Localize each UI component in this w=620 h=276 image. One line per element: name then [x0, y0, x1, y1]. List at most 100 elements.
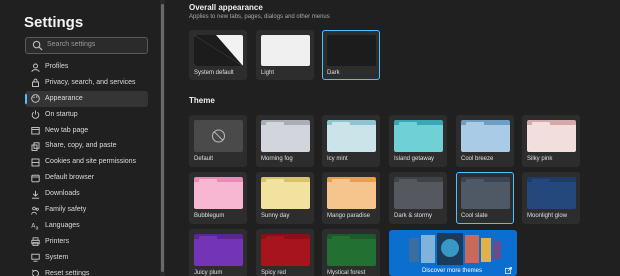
overall-appearance-subtext: Applies to new tabs, pages, dialogs and … — [189, 14, 330, 20]
theme-option-label: Dark & stormy — [394, 213, 433, 219]
sidebar-item-label: Languages — [45, 221, 80, 229]
theme-heading: Theme — [189, 96, 215, 105]
theme-option-label: Default — [194, 156, 214, 162]
sidebar-item-label: Privacy, search, and services — [45, 78, 136, 86]
theme-option-moonlight-glow[interactable]: Moonlight glow — [522, 172, 580, 224]
theme-option-sunny-day[interactable]: Sunny day — [256, 172, 314, 224]
sidebar-item-label: Profiles — [45, 63, 69, 70]
theme-option-juicy-plum[interactable]: Juicy plum — [189, 229, 247, 276]
theme-preview — [327, 120, 376, 152]
search-icon — [32, 40, 43, 51]
theme-option-dark-stormy[interactable]: Dark & stormy — [389, 172, 447, 224]
theme-option-mango-paradise[interactable]: Mango paradise — [322, 172, 380, 224]
appearance-option-system-default[interactable]: System default — [189, 30, 247, 80]
theme-option-label: Icy mint — [327, 156, 348, 162]
share-icon — [31, 142, 40, 151]
theme-option-label: Sunny day — [261, 213, 290, 219]
theme-preview — [461, 120, 510, 152]
theme-option-label: Spicy red — [261, 270, 287, 276]
sidebar-item-family-safety[interactable]: Family safety — [25, 202, 148, 218]
sidebar-item-new-tab-page[interactable]: New tab page — [25, 123, 148, 139]
sidebar-item-languages[interactable]: Aa Languages — [25, 218, 148, 234]
theme-option-cool-breeze[interactable]: Cool breeze — [456, 115, 514, 167]
theme-option-label: Mystical forest — [327, 270, 366, 276]
theme-option-label: Bubblegum — [194, 213, 225, 219]
sidebar-item-system[interactable]: System — [25, 250, 148, 266]
settings-sidebar: Settings Search settings Profiles Privacy… — [0, 0, 165, 276]
sidebar-item-label: On startup — [45, 110, 78, 118]
lock-icon — [32, 79, 39, 88]
reset-icon — [31, 269, 39, 276]
dark-preview — [327, 35, 376, 66]
theme-preview — [194, 234, 243, 266]
sidebar-item-label: Cookies and site permissions — [45, 158, 137, 166]
sidebar-item-on-startup[interactable]: On startup — [25, 107, 148, 123]
theme-preview — [394, 120, 443, 152]
theme-option-cool-slate[interactable]: Cool slate — [456, 172, 514, 224]
sidebar-item-label: New tab page — [45, 126, 89, 134]
printer-icon — [31, 237, 40, 247]
profile-icon — [31, 63, 40, 72]
sidebar-item-label: Reset settings — [45, 269, 90, 276]
theme-option-default[interactable]: Default — [189, 115, 247, 167]
no-theme-icon — [212, 129, 225, 143]
theme-option-label: Morning fog — [261, 156, 293, 162]
system-icon — [31, 253, 40, 262]
family-icon — [31, 206, 39, 215]
theme-option-spicy-red[interactable]: Spicy red — [256, 229, 314, 276]
appearance-option-label: Dark — [327, 70, 340, 76]
sidebar-title: Settings — [24, 14, 84, 31]
sidebar-item-downloads[interactable]: Downloads — [25, 186, 148, 202]
sidebar-item-appearance[interactable]: Appearance — [25, 90, 148, 107]
sidebar-item-share-copy-and-paste[interactable]: Share, copy, and paste — [25, 138, 148, 154]
theme-preview — [394, 177, 443, 209]
theme-preview — [461, 177, 510, 209]
theme-option-label: Juicy plum — [194, 270, 223, 276]
appearance-option-label: Light — [261, 70, 275, 76]
download-icon — [32, 190, 39, 199]
browser-icon — [31, 174, 40, 182]
sidebar-item-printers[interactable]: Printers — [25, 234, 148, 250]
theme-option-label: Cool breeze — [461, 156, 494, 162]
sidebar-item-label: Downloads — [45, 190, 80, 198]
sidebar-item-default-browser[interactable]: Default browser — [25, 170, 148, 186]
sidebar-nav: Profiles Privacy, search, and services App… — [25, 59, 148, 276]
search-placeholder: Search settings — [47, 41, 96, 48]
theme-preview — [527, 177, 576, 209]
theme-option-label: Moonlight glow — [527, 213, 568, 219]
palette-icon — [31, 94, 40, 104]
theme-preview — [194, 177, 243, 209]
overall-appearance-heading: Overall appearance — [189, 3, 263, 12]
cookies-icon — [31, 158, 40, 167]
theme-preview — [327, 234, 376, 266]
sidebar-item-reset-settings[interactable]: Reset settings — [25, 266, 148, 276]
sidebar-item-profiles[interactable]: Profiles — [25, 59, 148, 75]
discover-more-themes-card[interactable]: Discover more themes — [389, 230, 517, 276]
power-icon — [31, 110, 40, 119]
theme-option-mystical-forest[interactable]: Mystical forest — [322, 229, 380, 276]
system-default-preview — [194, 35, 243, 66]
sidebar-item-privacy-search-and-services[interactable]: Privacy, search, and services — [25, 75, 148, 91]
theme-preview — [261, 234, 310, 266]
external-link-icon — [505, 267, 512, 274]
sidebar-item-label: Appearance — [45, 94, 83, 102]
appearance-panel: Overall appearance Applies to new tabs, … — [165, 0, 620, 276]
new-tab-icon — [31, 127, 40, 135]
appearance-option-dark[interactable]: Dark — [322, 30, 380, 80]
theme-option-silky-pink[interactable]: Silky pink — [522, 115, 580, 167]
appearance-option-light[interactable]: Light — [256, 30, 314, 80]
theme-option-label: Mango paradise — [327, 213, 371, 219]
theme-option-bubblegum[interactable]: Bubblegum — [189, 172, 247, 224]
sidebar-item-cookies-and-site-permissions[interactable]: Cookies and site permissions — [25, 154, 148, 170]
theme-option-icy-mint[interactable]: Icy mint — [322, 115, 380, 167]
languages-icon: Aa — [31, 223, 38, 231]
sidebar-item-label: System — [45, 253, 69, 261]
theme-option-label: Island getaway — [394, 156, 435, 162]
theme-preview — [261, 120, 310, 152]
scrollbar-thumb[interactable] — [161, 4, 164, 272]
sidebar-item-label: Printers — [45, 237, 70, 245]
theme-option-island-getaway[interactable]: Island getaway — [389, 115, 447, 167]
search-input[interactable]: Search settings — [25, 37, 148, 54]
discover-more-themes-link[interactable]: Discover more themes — [422, 268, 482, 274]
theme-option-morning-fog[interactable]: Morning fog — [256, 115, 314, 167]
